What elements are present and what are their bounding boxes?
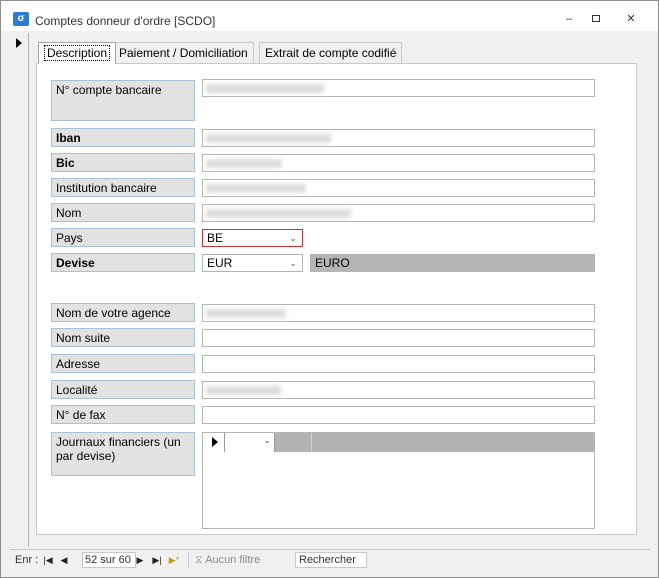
- last-record-icon[interactable]: ▶|: [151, 553, 163, 567]
- journal-select[interactable]: ⌄: [225, 433, 275, 452]
- funnel-icon: ⧖: [195, 554, 203, 566]
- chevron-down-icon[interactable]: ⌄: [263, 435, 271, 446]
- next-record-icon[interactable]: ▶: [134, 553, 146, 567]
- chevron-down-icon[interactable]: ⌄: [287, 256, 299, 270]
- devise-select[interactable]: EUR ⌄: [202, 254, 303, 272]
- title-bar: σ Comptes donneur d'ordre [SCDO] – ✕: [1, 1, 658, 31]
- label-nom: Nom: [51, 203, 195, 222]
- tab-description[interactable]: Description: [38, 42, 117, 64]
- label-bic: Bic: [51, 153, 195, 172]
- label-localite: Localité: [51, 380, 195, 399]
- label-adresse: Adresse: [51, 354, 195, 373]
- pays-select[interactable]: BE ⌄: [202, 229, 303, 247]
- window-title: Comptes donneur d'ordre [SCDO]: [35, 14, 216, 28]
- chevron-down-icon[interactable]: ⌄: [287, 231, 299, 245]
- label-devise: Devise: [51, 253, 195, 272]
- tab-paiement-domiciliation[interactable]: Paiement / Domiciliation: [113, 42, 254, 63]
- label-journaux-financiers: Journaux financiers (un par devise): [51, 432, 195, 476]
- adresse-input[interactable]: [202, 355, 595, 373]
- label-nom-agence: Nom de votre agence: [51, 303, 195, 322]
- devise-value: EUR: [207, 256, 233, 270]
- app-icon: σ: [13, 12, 29, 26]
- filter-toggle[interactable]: ⧖ Aucun filtre: [195, 552, 260, 568]
- record-navigation-bar: Enr : |◀ ◀ 52 sur 60 ▶ ▶| ▶* ⧖ Aucun fil…: [10, 549, 650, 569]
- new-record-icon[interactable]: ▶*: [168, 553, 180, 567]
- tab-extrait-compte-codifie[interactable]: Extrait de compte codifié: [259, 42, 403, 63]
- label-iban: Iban: [51, 128, 195, 147]
- minimize-button[interactable]: –: [558, 11, 580, 27]
- journal-description: [275, 433, 594, 452]
- restore-button[interactable]: [585, 11, 607, 27]
- bic-input[interactable]: [202, 154, 595, 172]
- label-nom-suite: Nom suite: [51, 328, 195, 347]
- label-institution-bancaire: Institution bancaire: [51, 178, 195, 197]
- label-pays: Pays: [51, 228, 195, 247]
- current-record-arrow-icon: [212, 437, 218, 447]
- devise-description: EURO: [310, 254, 595, 272]
- record-selector[interactable]: [11, 33, 29, 547]
- nav-divider: [188, 552, 189, 568]
- search-input[interactable]: Rechercher: [295, 552, 367, 568]
- current-record-arrow-icon: [16, 38, 22, 48]
- label-compte-bancaire: N° compte bancaire: [51, 80, 195, 121]
- nom-suite-input[interactable]: [202, 329, 595, 347]
- localite-input[interactable]: [202, 381, 595, 399]
- first-record-icon[interactable]: |◀: [42, 553, 54, 567]
- iban-input[interactable]: [202, 129, 595, 147]
- filter-label: Aucun filtre: [205, 554, 261, 566]
- subform-row: ⌄: [203, 433, 594, 452]
- tab-description-label: Description: [44, 45, 111, 61]
- nom-agence-input[interactable]: [202, 304, 595, 322]
- journaux-financiers-subform[interactable]: ⌄: [202, 432, 595, 529]
- label-fax: N° de fax: [51, 405, 195, 424]
- nom-input[interactable]: [202, 204, 595, 222]
- compte-bancaire-input[interactable]: [202, 79, 595, 97]
- pays-value: BE: [207, 231, 224, 245]
- current-record-input[interactable]: 52 sur 60: [82, 552, 136, 568]
- record-label: Enr :: [15, 554, 39, 566]
- fax-input[interactable]: [202, 406, 595, 424]
- institution-bancaire-input[interactable]: [202, 179, 595, 197]
- close-button[interactable]: ✕: [620, 11, 642, 27]
- column-divider: [311, 433, 312, 452]
- subform-record-selector[interactable]: [203, 433, 225, 452]
- previous-record-icon[interactable]: ◀: [58, 553, 70, 567]
